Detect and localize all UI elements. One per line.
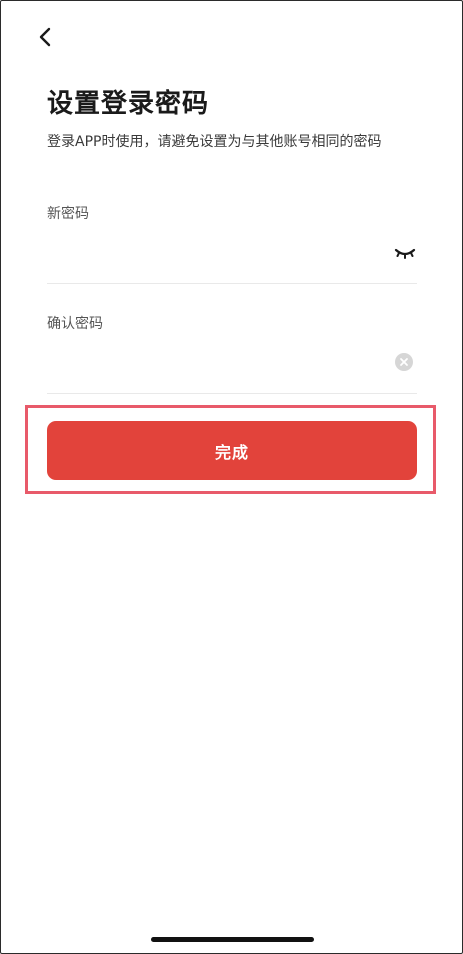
password-visibility-toggle[interactable] — [394, 245, 416, 261]
confirm-password-divider — [47, 393, 417, 394]
clear-confirm-button[interactable] — [395, 353, 413, 371]
new-password-divider — [47, 283, 417, 284]
page-subtitle: 登录APP时使用，请避免设置为与其他账号相同的密码 — [47, 134, 382, 150]
eye-closed-icon — [394, 248, 416, 259]
clear-circle-icon — [395, 353, 413, 371]
app-screen: 设置登录密码 登录APP时使用，请避免设置为与其他账号相同的密码 新密码 确认密… — [0, 0, 463, 954]
confirm-password-input[interactable] — [47, 348, 367, 376]
back-button[interactable] — [31, 23, 59, 51]
submit-button[interactable]: 完成 — [47, 421, 417, 480]
confirm-password-label: 确认密码 — [47, 316, 103, 332]
page-title: 设置登录密码 — [47, 89, 210, 119]
new-password-label: 新密码 — [47, 206, 89, 222]
chevron-left-icon — [39, 27, 51, 47]
home-indicator — [151, 937, 314, 942]
new-password-input[interactable] — [47, 239, 367, 267]
